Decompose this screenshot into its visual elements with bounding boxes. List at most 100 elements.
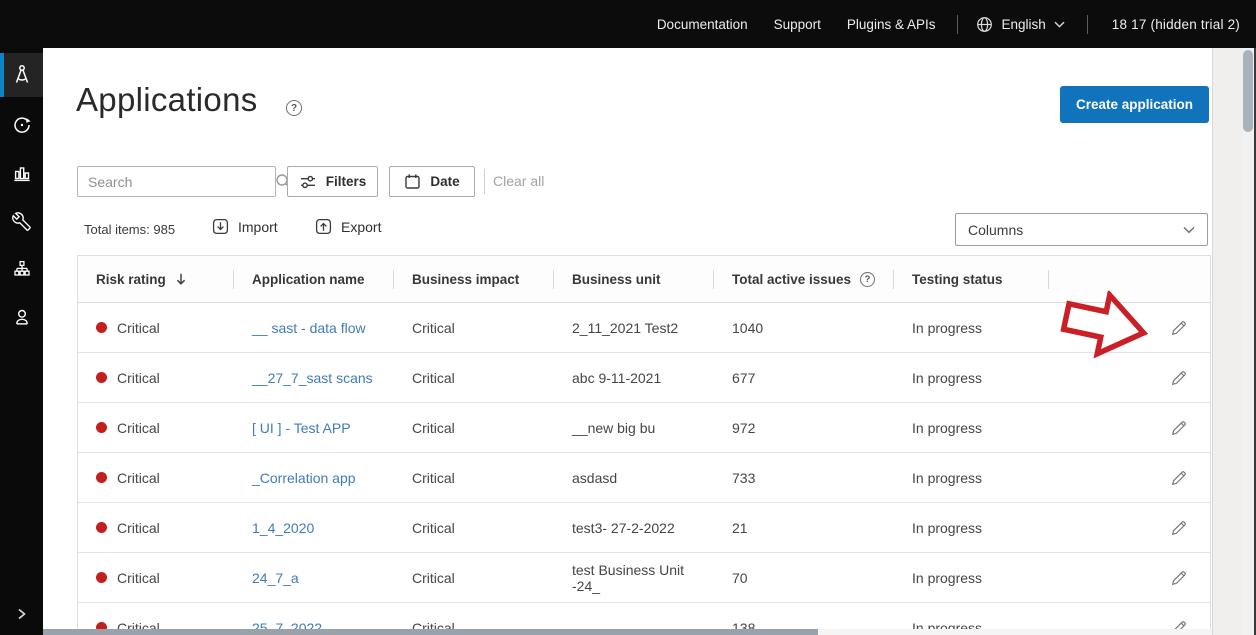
clear-all-button[interactable]: Clear all [493, 173, 544, 189]
edit-application-button[interactable] [1049, 469, 1210, 487]
chevron-down-icon [1183, 226, 1195, 234]
create-application-button[interactable]: Create application [1060, 86, 1209, 123]
risk-rating-value: Critical [117, 420, 160, 436]
language-selector[interactable]: English [976, 16, 1064, 33]
scan-icon [12, 115, 32, 135]
total-active-issues-cell: 972 [714, 420, 894, 436]
export-button[interactable]: Export [315, 218, 381, 235]
chevron-right-icon [15, 607, 28, 621]
business-unit-cell: abc 9-11-2021 [554, 370, 714, 386]
right-gutter [1212, 48, 1242, 635]
edit-application-button[interactable] [1049, 519, 1210, 537]
import-icon [212, 218, 229, 235]
topbar: Documentation Support Plugins & APIs Eng… [0, 0, 1256, 48]
vertical-scrollbar-thumb[interactable] [1243, 50, 1253, 132]
business-impact-cell: Critical [394, 520, 554, 536]
risk-rating-cell: Critical [78, 470, 234, 486]
import-button[interactable]: Import [212, 218, 278, 235]
filter-bar-divider [484, 169, 485, 194]
filters-label: Filters [326, 174, 367, 189]
edit-pencil-icon [1170, 369, 1188, 387]
risk-rating-cell: Critical [78, 320, 234, 336]
globe-icon [976, 16, 993, 33]
business-impact-cell: Critical [394, 320, 554, 336]
risk-rating-cell: Critical [78, 570, 234, 586]
application-link[interactable]: __27_7_sast scans [252, 370, 373, 386]
business-unit-cell: test Business Unit -24_ [554, 562, 714, 594]
table-header-row: Risk rating Application name Business im… [78, 256, 1210, 303]
horizontal-scrollbar-thumb[interactable] [43, 629, 818, 635]
app-window: Documentation Support Plugins & APIs Eng… [0, 0, 1256, 635]
table-row: Critical 24_7_a Critical test Business U… [78, 553, 1210, 603]
columns-dropdown[interactable]: Columns [955, 213, 1208, 246]
export-icon [315, 218, 332, 235]
business-unit-cell: 2_11_2021 Test2 [554, 320, 714, 336]
total-active-issues-cell: 733 [714, 470, 894, 486]
risk-rating-value: Critical [117, 370, 160, 386]
business-impact-cell: Critical [394, 470, 554, 486]
header-total-active-issues[interactable]: Total active issues ? [714, 256, 894, 302]
edit-application-button[interactable] [1049, 419, 1210, 437]
columns-label: Columns [968, 222, 1023, 238]
critical-dot-icon [96, 372, 107, 383]
sidebar-item-applications[interactable] [0, 53, 43, 97]
critical-dot-icon [96, 472, 107, 483]
risk-rating-cell: Critical [78, 420, 234, 436]
sidebar-item-settings[interactable] [0, 197, 43, 245]
header-business-unit[interactable]: Business unit [554, 256, 714, 302]
total-active-issues-cell: 21 [714, 520, 894, 536]
application-name-cell: 24_7_a [234, 570, 394, 586]
business-impact-cell: Critical [394, 570, 554, 586]
risk-rating-cell: Critical [78, 370, 234, 386]
page-help-icon[interactable]: ? [286, 100, 302, 116]
header-risk-rating[interactable]: Risk rating [78, 256, 234, 302]
application-link[interactable]: _Correlation app [252, 470, 356, 486]
issues-help-icon[interactable]: ? [860, 272, 875, 287]
vertical-scrollbar[interactable] [1242, 48, 1254, 635]
calendar-icon [404, 173, 421, 190]
topbar-link-plugins-apis[interactable]: Plugins & APIs [847, 17, 936, 32]
application-name-cell: [ UI ] - Test APP [234, 420, 394, 436]
sidebar-expand-button[interactable] [0, 607, 43, 621]
filters-button[interactable]: Filters [287, 166, 378, 197]
header-testing-status[interactable]: Testing status [894, 256, 1049, 302]
sidebar-item-results[interactable] [0, 149, 43, 197]
user-icon [12, 307, 32, 327]
edit-pencil-icon [1170, 419, 1188, 437]
horizontal-scrollbar[interactable] [43, 629, 1212, 635]
edit-pencil-icon [1170, 569, 1188, 587]
edit-application-button[interactable] [1049, 369, 1210, 387]
page-title: Applications [76, 81, 258, 119]
header-application-name[interactable]: Application name [234, 256, 394, 302]
testing-status-cell: In progress [894, 370, 1049, 386]
sidebar-item-user[interactable] [0, 293, 43, 341]
application-link[interactable]: 1_4_2020 [252, 520, 314, 536]
search-box [77, 166, 276, 197]
main-content: Applications ? Create application Filter… [43, 48, 1212, 635]
edit-pencil-icon [1170, 319, 1188, 337]
sidebar-item-org-hierarchy[interactable] [0, 245, 43, 293]
total-active-issues-cell: 1040 [714, 320, 894, 336]
date-button[interactable]: Date [389, 166, 475, 197]
total-active-issues-cell: 677 [714, 370, 894, 386]
topbar-link-documentation[interactable]: Documentation [657, 17, 748, 32]
topbar-link-support[interactable]: Support [774, 17, 821, 32]
table-row: Critical __27_7_sast scans Critical abc … [78, 353, 1210, 403]
topbar-divider [1087, 15, 1088, 34]
risk-rating-cell: Critical [78, 520, 234, 536]
chevron-down-icon [1054, 21, 1065, 28]
table-body: Critical __ sast - data flow Critical 2_… [78, 303, 1210, 635]
search-input[interactable] [78, 174, 275, 190]
application-name-cell: __ sast - data flow [234, 320, 394, 336]
testing-status-cell: In progress [894, 520, 1049, 536]
header-business-impact[interactable]: Business impact [394, 256, 554, 302]
application-link[interactable]: [ UI ] - Test APP [252, 420, 351, 436]
application-link[interactable]: __ sast - data flow [252, 320, 366, 336]
table-row: Critical [ UI ] - Test APP Critical __ne… [78, 403, 1210, 453]
edit-pencil-icon [1170, 469, 1188, 487]
risk-rating-value: Critical [117, 470, 160, 486]
business-impact-cell: Critical [394, 420, 554, 436]
edit-application-button[interactable] [1049, 569, 1210, 587]
application-link[interactable]: 24_7_a [252, 570, 299, 586]
sidebar-item-scans[interactable] [0, 101, 43, 149]
